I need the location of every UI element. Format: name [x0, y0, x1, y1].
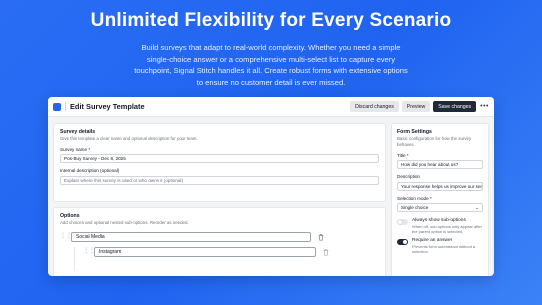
title-bar: Edit Survey Template Discard changes Pre…	[48, 97, 494, 117]
toggle-description: Prevents form submission without a selec…	[412, 244, 476, 254]
trash-icon[interactable]	[317, 233, 325, 241]
option-input[interactable]: Social Media	[71, 231, 311, 242]
section-description: Basic configuration for how the survey b…	[397, 135, 472, 147]
survey-details-card: Survey details Give this template a clea…	[53, 123, 386, 202]
selection-mode-value: Single choice	[401, 205, 429, 210]
save-button[interactable]: Save changes	[433, 101, 477, 112]
field-label: Selection mode *	[397, 195, 432, 201]
drag-handle-icon[interactable]: ⋮⋮	[83, 248, 95, 255]
section-description: Give this template a clear name and opti…	[60, 135, 198, 141]
section-description: Add choices and optional nested sub-opti…	[60, 219, 189, 225]
more-options-icon[interactable]: •••	[480, 103, 489, 110]
require-answer-toggle[interactable]	[397, 238, 408, 245]
always-show-suboptions-toggle[interactable]	[397, 218, 408, 225]
internal-description-input[interactable]: Explain where this survey is used or who…	[60, 175, 379, 185]
toggle-row-subopts: Always show sub-options When off, sub-op…	[397, 218, 483, 234]
field-label: Survey name *	[60, 146, 91, 152]
drag-handle-icon[interactable]: ⋮⋮	[60, 233, 72, 240]
hero-title: Unlimited Flexibility for Every Scenario	[90, 10, 452, 31]
divider	[65, 102, 66, 111]
option-row: ⋮⋮ Social Media	[60, 231, 379, 242]
options-card: Options Add choices and optional nested …	[53, 207, 386, 276]
selection-mode-select[interactable]: Single choice ⌄	[397, 203, 483, 212]
app-window: Edit Survey Template Discard changes Pre…	[48, 97, 494, 276]
hero-subtitle: Build surveys that adapt to real-world c…	[134, 43, 408, 87]
page-title: Edit Survey Template	[70, 102, 145, 111]
discard-button[interactable]: Discard changes	[350, 101, 399, 112]
preview-button[interactable]: Preview	[401, 101, 431, 112]
sub-options: ⋮⋮ Instagram	[74, 246, 379, 271]
toggle-row-require: Require an answer Prevents form submissi…	[397, 238, 483, 254]
toggle-description: When off, sub-options only appear after …	[412, 224, 482, 234]
chevron-down-icon: ⌄	[475, 205, 479, 210]
sidebar-toggle-icon[interactable]	[53, 102, 61, 111]
question-title-input[interactable]: How did you hear about us?	[397, 160, 483, 169]
sub-option-input[interactable]: Instagram	[94, 246, 316, 257]
form-settings-card: Form Settings Basic configuration for ho…	[391, 123, 489, 276]
field-label: Description	[397, 174, 420, 179]
field-label: Title *	[397, 152, 409, 158]
sub-option-row: ⋮⋮ Instagram	[83, 246, 379, 257]
survey-name-input[interactable]: Pos-Buy Survey - Dec 8, 2025	[60, 154, 379, 163]
question-description-input[interactable]: Your response helps us improve our servi…	[397, 181, 483, 191]
field-label: Internal description (optional)	[60, 168, 120, 173]
trash-icon[interactable]	[322, 248, 330, 256]
